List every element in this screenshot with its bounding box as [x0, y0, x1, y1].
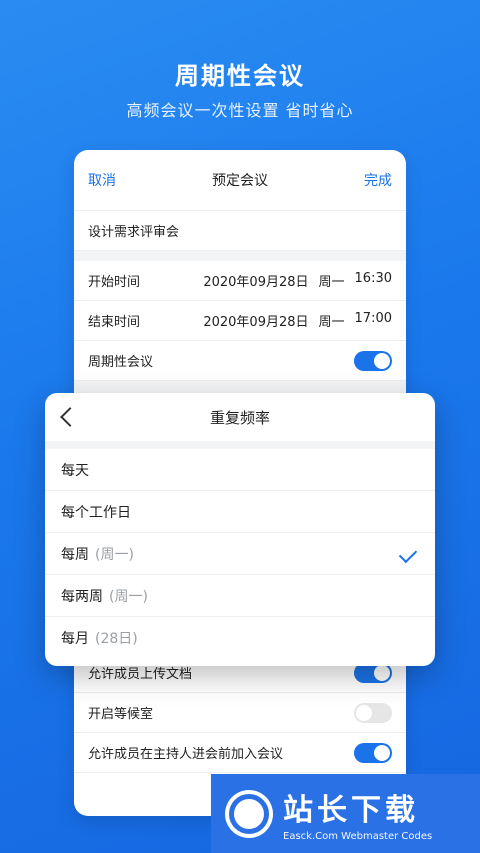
recurring-row: 周期性会议: [74, 341, 406, 381]
start-time-label: 开始时间: [88, 275, 141, 290]
waiting-room-label: 开启等候室: [88, 707, 154, 722]
nav-title: 预定会议: [212, 173, 268, 189]
end-time-row[interactable]: 结束时间 2020年09月28日 周一 17:00: [74, 301, 406, 341]
join-before-host-label: 允许成员在主持人进会前加入会议: [88, 747, 284, 762]
start-weekday: 周一: [318, 275, 345, 290]
recurring-label: 周期性会议: [88, 355, 154, 370]
repeat-option-monthly[interactable]: 每月 (28日): [45, 617, 435, 658]
option-label: 每月: [61, 630, 89, 647]
option-label: 每两周: [61, 588, 103, 605]
done-button[interactable]: 完成: [364, 170, 392, 190]
start-clock: 16:30: [354, 271, 392, 286]
checkmark-icon: [398, 544, 418, 563]
hero-title: 周期性会议: [175, 62, 305, 90]
option-label: 每天: [61, 462, 89, 479]
section-gap: [74, 251, 406, 261]
meeting-name-field[interactable]: 设计需求评审会: [74, 211, 406, 251]
schedule-nav-bar: 取消 预定会议 完成: [74, 150, 406, 211]
join-before-host-toggle[interactable]: [354, 742, 392, 763]
sheet-title: 重复频率: [209, 408, 270, 427]
repeat-option-weekly[interactable]: 每周 (周一): [45, 533, 435, 575]
meeting-name-value: 设计需求评审会: [88, 225, 180, 240]
repeat-option-daily[interactable]: 每天: [45, 449, 435, 491]
start-time-value: 2020年09月28日 周一 16:30: [203, 271, 392, 290]
end-time-value: 2020年09月28日 周一 17:00: [203, 311, 392, 330]
repeat-option-workdays[interactable]: 每个工作日: [45, 491, 435, 533]
join-before-host-row: 允许成员在主持人进会前加入会议: [74, 733, 406, 773]
waiting-room-toggle[interactable]: [354, 702, 392, 723]
option-label: 每周: [61, 546, 89, 563]
option-label: 每个工作日: [61, 504, 131, 521]
hero-subtitle: 高频会议一次性设置 省时省心: [126, 101, 354, 120]
end-clock: 17:00: [354, 311, 392, 326]
end-weekday: 周一: [318, 315, 345, 330]
back-arrow-icon[interactable]: [60, 407, 80, 427]
watermark-banner: 站长下载 Easck.Com Webmaster Codes: [211, 774, 480, 853]
repeat-option-biweekly[interactable]: 每两周 (周一): [45, 575, 435, 617]
watermark-url: Easck.Com Webmaster Codes: [283, 831, 433, 842]
recurring-toggle[interactable]: [354, 350, 392, 371]
start-time-row[interactable]: 开始时间 2020年09月28日 周一 16:30: [74, 261, 406, 301]
repeat-frequency-sheet: 重复频率 每天 每个工作日 每周 (周一) 每两周 (周一) 每月 (28日): [45, 393, 435, 666]
sheet-header: 重复频率: [45, 393, 435, 449]
end-time-label: 结束时间: [88, 315, 141, 330]
cancel-button[interactable]: 取消: [88, 170, 116, 190]
watermark-brand: 站长下载: [283, 793, 419, 828]
end-date: 2020年09月28日: [203, 315, 309, 330]
start-date: 2020年09月28日: [203, 275, 309, 290]
option-sub: (周一): [95, 546, 134, 563]
waiting-room-row: 开启等候室: [74, 693, 406, 733]
site-logo-icon: [225, 789, 273, 838]
option-sub: (周一): [109, 588, 148, 605]
option-sub: (28日): [95, 630, 138, 647]
